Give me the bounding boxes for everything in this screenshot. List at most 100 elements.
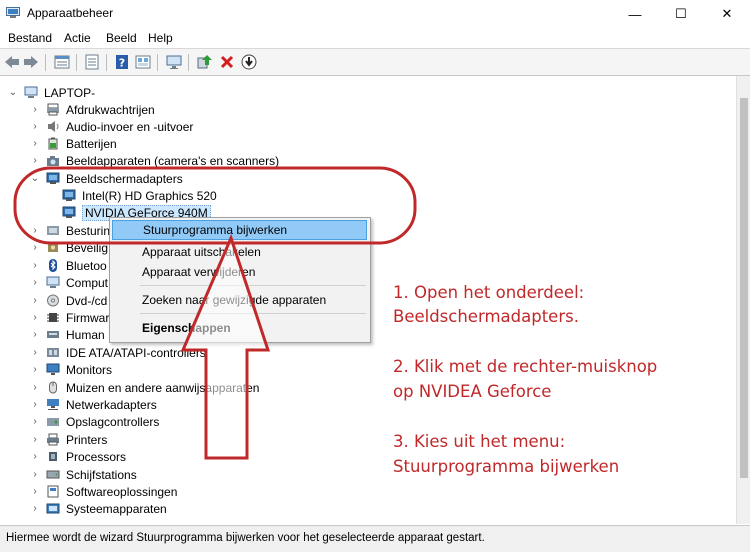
tree-item-software[interactable]: › Softwareoplossingen [30, 483, 177, 500]
chevron-right-icon[interactable]: › [30, 451, 40, 462]
tree-item-label: Monitors [66, 362, 113, 377]
instruction-2b: op NVIDEA Geforce [393, 382, 552, 401]
speaker-icon [48, 121, 59, 132]
tree-item-label: Beveilig [66, 240, 109, 255]
chevron-right-icon[interactable]: › [30, 225, 40, 236]
menu-actie[interactable]: Actie [64, 31, 91, 45]
chevron-right-icon[interactable]: › [30, 469, 40, 480]
processor-icon [49, 452, 57, 461]
tree-root[interactable]: ⌄ LAPTOP- [8, 84, 95, 101]
tree-item-besturin[interactable]: › Besturin [30, 222, 110, 239]
chevron-right-icon[interactable]: › [30, 329, 40, 340]
menu-beeld[interactable]: Beeld [106, 31, 137, 45]
tree-item-label: Muizen en andere aanwijsapparaten [66, 380, 260, 395]
tree-item-audio[interactable]: › Audio-invoer en -uitvoer [30, 118, 193, 135]
list-icon[interactable] [84, 54, 100, 70]
network-icon [47, 399, 59, 410]
tree-item-muizen[interactable]: › Muizen en andere aanwijsapparaten [30, 379, 259, 396]
tree-item-label: Opslagcontrollers [66, 414, 160, 429]
tree-item-label: Processors [66, 449, 127, 464]
chevron-right-icon[interactable]: › [30, 503, 40, 514]
minimize-button[interactable]: — [612, 0, 658, 28]
tree-item-comput[interactable]: › Comput [30, 274, 108, 291]
download-icon[interactable] [241, 54, 257, 70]
chevron-right-icon[interactable]: › [30, 277, 40, 288]
chevron-right-icon[interactable]: › [30, 434, 40, 445]
print-queue-icon [47, 103, 59, 116]
tree-item-printers[interactable]: › Printers [30, 431, 107, 448]
firmware-icon [47, 313, 59, 322]
tree-item-ide[interactable]: › IDE ATA/ATAPI-controllers [30, 344, 206, 361]
menu-item-scan-hardware[interactable]: Zoeken naar gewijzigde apparaten [112, 290, 367, 310]
window-title: Apparaatbeheer [27, 6, 114, 20]
tree-item-beeldapparaten[interactable]: › Beeldapparaten (camera's en scanners) [30, 152, 279, 169]
menu-item-uninstall-device[interactable]: Apparaat verwijderen [112, 262, 367, 282]
tree-item-processors[interactable]: › Processors [30, 448, 126, 465]
chevron-right-icon[interactable]: › [30, 138, 40, 149]
chevron-right-icon[interactable]: › [30, 104, 40, 115]
software-component-icon [47, 485, 59, 498]
scrollbar-thumb[interactable] [740, 98, 748, 478]
chevron-down-icon[interactable]: ⌄ [30, 173, 40, 184]
hid-icon [47, 331, 59, 338]
chevron-right-icon[interactable]: › [30, 364, 40, 375]
uninstall-icon[interactable] [219, 54, 235, 70]
chevron-right-icon[interactable]: › [30, 347, 40, 358]
chevron-right-icon[interactable]: › [30, 416, 40, 427]
tree-item-opslag[interactable]: › Opslagcontrollers [30, 413, 159, 430]
tree-item-netwerk[interactable]: › Netwerkadapters [30, 396, 156, 413]
tree-item-beeldschermadapters[interactable]: ⌄ Beeldschermadapters [30, 170, 183, 187]
chevron-right-icon[interactable]: › [30, 155, 40, 166]
update-driver-icon[interactable] [197, 54, 213, 70]
camera-icon [47, 156, 59, 166]
tree-item-afdrukwachtrijen[interactable]: › Afdrukwachtrijen [30, 101, 154, 118]
chevron-right-icon[interactable]: › [30, 382, 40, 393]
forward-icon[interactable] [23, 54, 39, 70]
menu-help[interactable]: Help [148, 31, 173, 45]
battery-icon [48, 137, 58, 150]
tree-item-schijfstations[interactable]: › Schijfstations [30, 466, 136, 483]
vertical-scrollbar[interactable] [736, 76, 750, 524]
menu-bestand[interactable]: Bestand [8, 31, 52, 45]
tree-item-bluetooth[interactable]: › Bluetoo [30, 257, 107, 274]
display-adapter-icon [62, 206, 76, 218]
monitor-icon[interactable] [166, 54, 182, 70]
tree-item-label: Systeemapparaten [66, 501, 167, 516]
chevron-down-icon[interactable]: ⌄ [8, 87, 18, 98]
toolbar: ? [0, 49, 750, 76]
tree-item-label: Human [66, 327, 105, 342]
chevron-right-icon[interactable]: › [30, 242, 40, 253]
tree-item-systeem[interactable]: › Systeemapparaten [30, 500, 167, 517]
tree-item-human[interactable]: › Human [30, 326, 105, 343]
chevron-right-icon[interactable]: › [30, 312, 40, 323]
instruction-2a: 2. Klik met de rechter-muisknop [393, 357, 658, 376]
tree-item-intel-hd[interactable]: Intel(R) HD Graphics 520 [62, 187, 217, 204]
tree-item-label: Softwareoplossingen [66, 484, 178, 499]
menu-item-update-driver[interactable]: Stuurprogramma bijwerken [112, 220, 367, 240]
help-icon[interactable]: ? [114, 54, 130, 70]
chevron-right-icon[interactable]: › [30, 486, 40, 497]
tree-item-label: Bluetoo [66, 258, 107, 273]
back-icon[interactable] [4, 54, 20, 70]
menu-item-disable-device[interactable]: Apparaat uitschakelen [112, 242, 367, 262]
view-icon[interactable] [135, 54, 151, 70]
tree-item-dvd[interactable]: › Dvd-/cd [30, 292, 107, 309]
menu-item-properties[interactable]: Eigenschappen [112, 318, 367, 338]
tree-item-beveilig[interactable]: › Beveilig [30, 239, 108, 256]
status-text: Hiermee wordt de wizard Stuurprogramma b… [6, 532, 485, 544]
tree-item-label: IDE ATA/ATAPI-controllers [66, 345, 206, 360]
tree-item-monitors[interactable]: › Monitors [30, 361, 112, 378]
menu-bar: Bestand Actie Beeld Help [0, 28, 750, 49]
chevron-right-icon[interactable]: › [30, 295, 40, 306]
chevron-right-icon[interactable]: › [30, 121, 40, 132]
chevron-right-icon[interactable]: › [30, 399, 40, 410]
chevron-right-icon[interactable]: › [30, 260, 40, 271]
storage-controller-icon [47, 418, 59, 426]
close-button[interactable]: ✕ [704, 0, 750, 28]
tree-item-batterijen[interactable]: › Batterijen [30, 135, 116, 152]
instruction-1a: 1. Open het onderdeel: [393, 283, 585, 302]
instruction-3a: 3. Kies uit het menu: [393, 432, 566, 451]
maximize-button[interactable]: ☐ [658, 0, 704, 28]
tree-item-firmware[interactable]: › Firmwar [30, 309, 109, 326]
properties-icon[interactable] [54, 54, 70, 70]
